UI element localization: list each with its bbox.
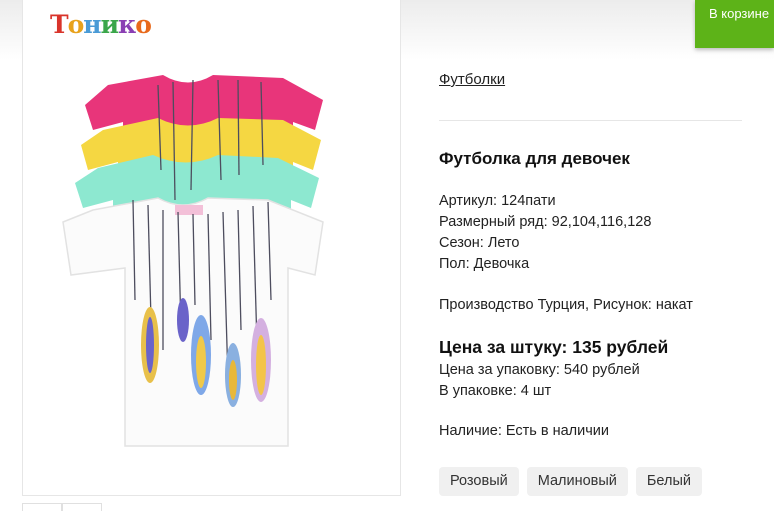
product-title: Футболка для девочек [439,149,630,168]
thumbnail[interactable] [62,503,102,511]
thumbnail[interactable] [22,503,62,511]
thumbnail-row [22,498,104,511]
divider [439,120,742,121]
breadcrumb-category-link[interactable]: Футболки [439,71,505,88]
unit-price: Цена за штуку: 135 рублей [439,337,669,357]
color-options: Розовый Малиновый Белый [439,467,702,496]
color-option-white[interactable]: Белый [635,467,702,496]
cart-button[interactable]: В корзине [695,0,774,48]
property-sizes: Размерный ряд: 92,104,116,128 [439,214,652,230]
pack-count: В упаковке: 4 шт [439,383,552,399]
logo-text: Тоникo [50,10,152,39]
color-option-crimson[interactable]: Малиновый [526,467,628,496]
property-season: Сезон: Лето [439,235,520,251]
brand-logo[interactable]: Тоникo [50,10,152,39]
cart-label: В корзине [709,6,770,21]
product-image [62,75,324,447]
property-article: Артикул: 124пати [439,193,556,209]
pack-price-info: Цена за упаковку: 540 рублей В упаковке:… [439,360,640,402]
pack-price: Цена за упаковку: 540 рублей [439,362,640,378]
production-info: Производство Турция, Рисунок: накат [439,297,693,313]
product-image-panel[interactable] [22,0,401,496]
availability-status: Наличие: Есть в наличии [439,423,609,439]
color-option-pink[interactable]: Розовый [439,467,519,496]
product-properties: Артикул: 124пати Размерный ряд: 92,104,1… [439,191,651,275]
property-gender: Пол: Девочка [439,256,530,272]
